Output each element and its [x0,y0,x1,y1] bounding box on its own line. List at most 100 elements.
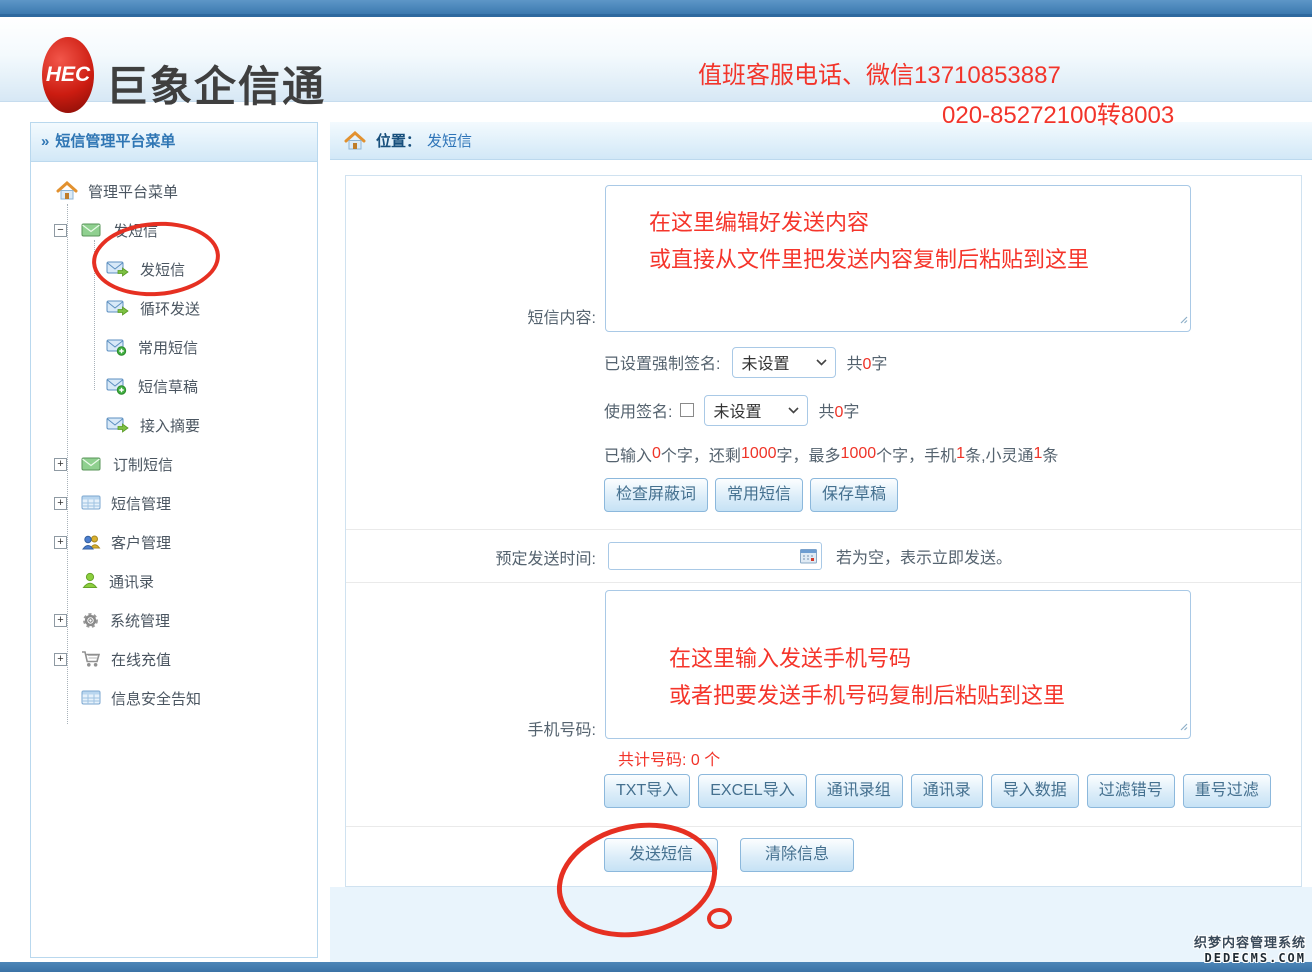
schedule-note: 若为空，表示立即发送。 [836,544,1012,568]
sidebar-item-label: 管理平台菜单 [88,181,178,202]
dedupe-button[interactable]: 重号过滤 [1183,774,1271,808]
collapse-icon[interactable]: − [54,224,67,237]
use-signature-select[interactable]: 未设置 [704,395,808,426]
save-draft-button[interactable]: 保存草稿 [810,478,898,512]
cart-icon [81,650,101,668]
sidebar-item-security-notice[interactable]: 信息安全告知 [31,685,317,711]
separator [346,826,1301,827]
send-sms-form-panel: 短信内容: 在这里编辑好发送内容 或直接从文件里把发送内容复制后粘贴到这里 已设… [345,175,1302,887]
location-label: 位置： [376,130,421,151]
char-counter: 已输入0个字，还剩1000字，最多1000个字，手机1条,小灵通1条 [604,442,1058,466]
table-icon [81,690,101,706]
calendar-icon[interactable] [800,548,817,569]
watermark-cn: 织梦内容管理系统 [1194,932,1306,951]
phone-annotation: 在这里输入发送手机号码 或者把要发送手机号码复制后粘贴到这里 [669,640,1065,714]
import-buttons-row: TXT导入 EXCEL导入 通讯录组 通讯录 导入数据 过滤错号 重号过滤 [604,774,1271,808]
sidebar-item-label: 在线充值 [111,649,171,670]
sidebar-item-root[interactable]: 管理平台菜单 [31,178,317,204]
table-icon [81,495,101,511]
expand-icon[interactable]: + [54,536,67,549]
sidebar-item-access-summary[interactable]: 接入摘要 [31,412,317,438]
sidebar-item-label: 客户管理 [111,532,171,553]
send-sms-button[interactable]: 发送短信 [604,838,718,872]
content-annotation: 在这里编辑好发送内容 或直接从文件里把发送内容复制后粘贴到这里 [649,204,1089,278]
use-signature-row: 使用签名: 未设置 共0字 [604,393,859,427]
sidebar-title: 短信管理平台菜单 [55,133,175,150]
user-green-icon [81,572,99,590]
sidebar-item-send-sms-group[interactable]: − 发短信 [31,217,317,243]
sidebar-item-label: 循环发送 [140,298,200,319]
sidebar-item-sms-draft[interactable]: 短信草稿 [31,373,317,399]
tree-connector-line [94,240,95,390]
txt-import-button[interactable]: TXT导入 [604,774,690,808]
double-chevron-icon: » [41,133,49,150]
service-phone-line2: 020-85272100转8003 [942,95,1174,130]
separator [346,529,1301,530]
sidebar-item-send-sms[interactable]: 发短信 [31,256,317,282]
app-header: HEC 巨象企信通 [0,17,1312,102]
sidebar-item-label: 系统管理 [110,610,170,631]
expand-icon[interactable]: + [54,653,67,666]
sidebar-item-label: 接入摘要 [140,415,200,436]
sidebar-title-bar: » 短信管理平台菜单 [31,123,317,162]
mail-plus-icon [106,338,128,356]
top-title-bar [0,0,1312,17]
contacts-button[interactable]: 通讯录 [911,774,983,808]
contact-group-button[interactable]: 通讯录组 [815,774,903,808]
sidebar-item-system-manage[interactable]: + 系统管理 [31,607,317,633]
schedule-time-input[interactable] [608,542,822,570]
sidebar-item-online-recharge[interactable]: + 在线充值 [31,646,317,672]
expand-icon[interactable]: + [54,614,67,627]
use-signature-count: 共0字 [818,398,859,422]
service-phone-line1: 值班客服电话、微信13710853887 [698,55,1061,90]
resize-handle-icon[interactable] [1178,311,1188,329]
logo-text: HEC [46,63,90,87]
mail-send-icon [106,260,130,278]
resize-handle-icon[interactable] [1178,718,1188,736]
schedule-label: 预定发送时间: [346,545,596,569]
schedule-row: 若为空，表示立即发送。 [608,541,1012,571]
sidebar: »短信管理平台菜单 管理平台菜单 − 发短信 发短信 循环发送 常用短信 短信 [30,122,318,958]
watermark: 织梦内容管理系统 DEDECMS.COM [1194,932,1306,965]
sidebar-item-label: 短信管理 [111,493,171,514]
sidebar-item-label: 发短信 [140,259,185,280]
expand-icon[interactable]: + [54,497,67,510]
chevron-down-icon [788,407,799,414]
breadcrumb-current-link[interactable]: 发短信 [427,130,472,151]
forced-signature-row: 已设置强制签名: 未设置 共0字 [604,345,887,379]
home-icon [344,131,366,151]
use-signature-label: 使用签名: [604,398,672,422]
sidebar-item-label: 信息安全告知 [111,688,201,709]
sidebar-item-customer-manage[interactable]: + 客户管理 [31,529,317,555]
forced-signature-select[interactable]: 未设置 [732,347,836,378]
sidebar-item-sms-manage[interactable]: + 短信管理 [31,490,317,516]
phone-total-count: 共计号码: 0 个 [618,746,720,770]
forced-signature-value: 未设置 [741,350,789,374]
mail-green-icon [81,221,103,239]
sidebar-item-custom-sms[interactable]: + 订制短信 [31,451,317,477]
users-icon [81,534,101,551]
filter-wrong-number-button[interactable]: 过滤错号 [1087,774,1175,808]
sidebar-item-common-sms[interactable]: 常用短信 [31,334,317,360]
sms-content-label: 短信内容: [346,304,596,328]
gear-icon [81,611,100,630]
clear-info-button[interactable]: 清除信息 [740,838,854,872]
separator [346,582,1301,583]
menu-tree: 管理平台菜单 − 发短信 发短信 循环发送 常用短信 短信草稿 接入摘要 [31,162,317,711]
forced-signature-label: 已设置强制签名: [604,350,720,374]
common-sms-button[interactable]: 常用短信 [715,478,803,512]
mail-send-icon [106,299,130,317]
phone-label: 手机号码: [346,716,596,740]
use-signature-value: 未设置 [713,398,761,422]
brand-title: 巨象企信通 [106,53,326,114]
sidebar-item-label: 订制短信 [113,454,173,475]
check-blocked-words-button[interactable]: 检查屏蔽词 [604,478,708,512]
excel-import-button[interactable]: EXCEL导入 [698,774,806,808]
sidebar-item-contacts[interactable]: 通讯录 [31,568,317,594]
use-signature-checkbox[interactable] [680,403,694,417]
watermark-en: DEDECMS.COM [1194,951,1306,965]
import-data-button[interactable]: 导入数据 [991,774,1079,808]
sidebar-item-loop-send[interactable]: 循环发送 [31,295,317,321]
expand-icon[interactable]: + [54,458,67,471]
content-footer-area [330,887,1312,962]
